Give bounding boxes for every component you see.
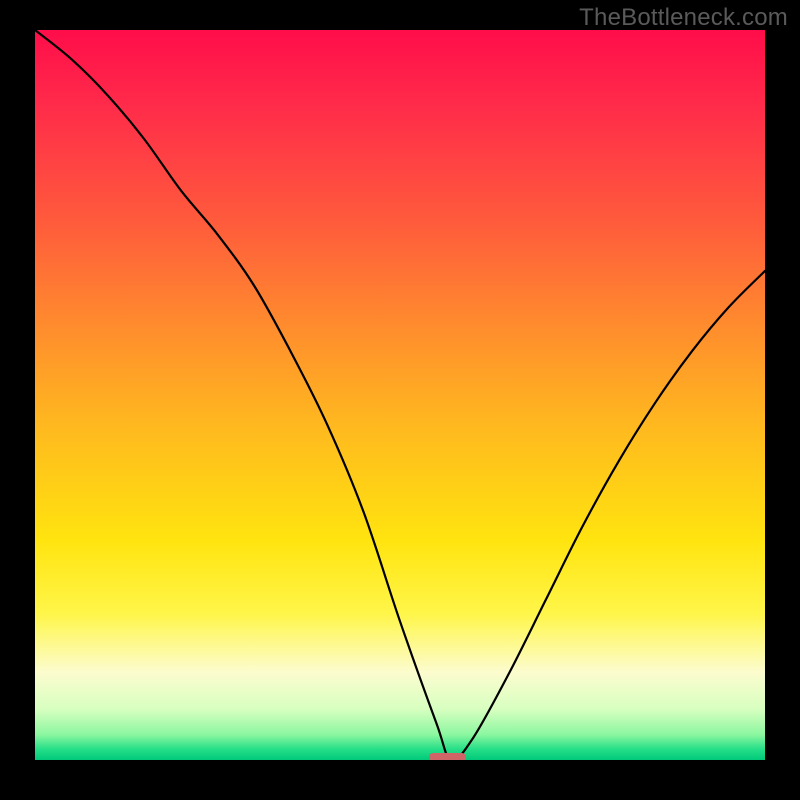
optimal-marker: [429, 753, 466, 760]
chart-frame: TheBottleneck.com: [0, 0, 800, 800]
bottleneck-curve: [35, 30, 765, 760]
watermark-label: TheBottleneck.com: [579, 4, 788, 32]
plot-area: [35, 30, 765, 760]
